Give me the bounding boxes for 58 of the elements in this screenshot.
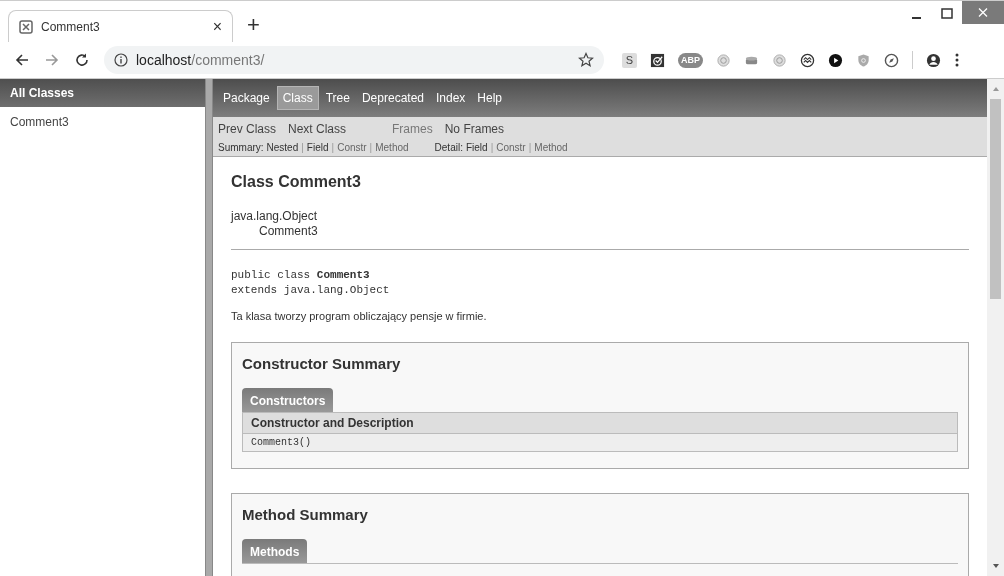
detail-link[interactable]: Constr: [496, 141, 526, 153]
class-signature: public class Comment3 extends java.lang.Object: [231, 268, 391, 298]
extension-icon[interactable]: ABP: [678, 52, 703, 68]
nav-link[interactable]: Next Class: [288, 122, 347, 136]
table-cell: Comment3(): [243, 434, 957, 451]
info-icon: [114, 53, 128, 67]
summary-item-text: Nested: [266, 141, 299, 153]
section-title: Method Summary: [242, 506, 369, 523]
star-icon[interactable]: [578, 52, 594, 68]
frame-header: All Classes: [0, 79, 205, 107]
extension-icon[interactable]: S: [622, 52, 637, 68]
nav-tab[interactable]: Help: [472, 87, 508, 109]
nav-tab[interactable]: Package: [218, 87, 275, 109]
detail-label: Detail:: [434, 141, 463, 153]
play-icon[interactable]: [828, 52, 843, 68]
class-description: Ta klasa tworzy program obliczający pensje w firmie.: [231, 310, 488, 322]
class-title: Class Comment3: [231, 173, 362, 191]
nav-tab[interactable]: Tree: [320, 87, 355, 109]
scrollbar-thumb[interactable]: [990, 99, 1001, 299]
tab-title: Comment3: [41, 19, 101, 34]
separator: |: [331, 141, 335, 153]
nav-link[interactable]: Prev Class: [218, 122, 276, 136]
separator: |: [490, 141, 494, 153]
summary-item-text: Field: [306, 141, 329, 153]
separator: |: [528, 141, 532, 153]
nav-link[interactable]: Frames: [392, 122, 433, 136]
browser-tab[interactable]: Comment3 ×: [8, 10, 233, 42]
sync-icon[interactable]: [800, 52, 815, 68]
compass-icon[interactable]: [884, 52, 899, 68]
summary-link[interactable]: Method: [375, 141, 409, 153]
scrollbar[interactable]: [987, 79, 1004, 576]
scroll-down-icon[interactable]: [990, 562, 1001, 570]
inheritance-entry: java.lang.Object: [231, 209, 319, 224]
reload-icon[interactable]: [74, 52, 90, 68]
profile-icon[interactable]: [926, 52, 941, 68]
checkbox-icon[interactable]: [650, 52, 665, 68]
separator: |: [301, 141, 304, 153]
summary-label: Summary:: [218, 141, 264, 153]
nav-tab[interactable]: Deprecated: [356, 87, 429, 109]
forward-arrow-icon[interactable]: [44, 52, 60, 68]
favicon-icon: [19, 19, 33, 34]
table-header: Constructor and Description: [243, 413, 957, 434]
nav-link[interactable]: No Frames: [444, 122, 505, 136]
address-bar[interactable]: localhost/comment3/: [104, 46, 604, 74]
back-arrow-icon[interactable]: [14, 52, 30, 68]
summary-link[interactable]: Constr: [337, 141, 367, 153]
section-title: Constructor Summary: [242, 355, 402, 372]
new-tab-button[interactable]: +: [247, 14, 260, 36]
detail-item-text: Field: [465, 141, 488, 153]
inheritance-entry: Comment3: [258, 224, 319, 239]
nav-tab[interactable]: Index: [431, 87, 471, 109]
close-icon[interactable]: [962, 1, 1004, 24]
class-link[interactable]: Comment3: [0, 107, 205, 129]
tab-close-button[interactable]: ×: [212, 17, 222, 36]
separator: |: [369, 141, 373, 153]
menu-icon[interactable]: [954, 52, 960, 68]
url-text: localhost/comment3/: [136, 52, 265, 68]
detail-link[interactable]: Method: [534, 141, 568, 153]
